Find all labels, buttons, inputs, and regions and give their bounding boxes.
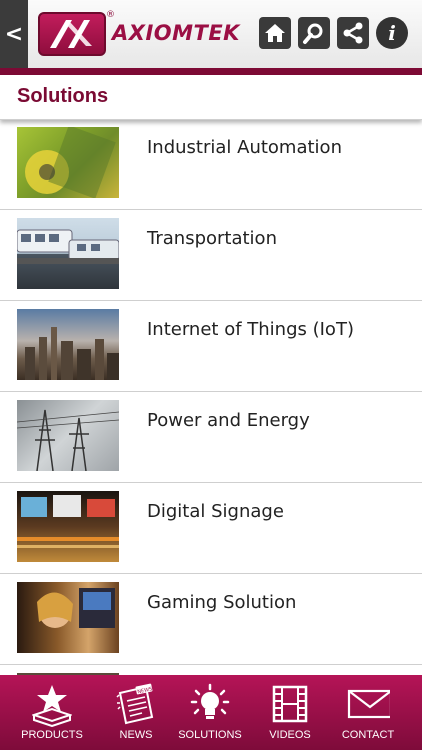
nav-products[interactable]: PRODUCTS <box>10 675 94 750</box>
solutions-list: Industrial Automation Transportation Int… <box>0 119 422 675</box>
title-bar: Solutions <box>0 75 422 120</box>
nav-contact[interactable]: CONTACT <box>326 675 410 750</box>
solution-label: Digital Signage <box>147 501 284 522</box>
solution-label: Power and Energy <box>147 410 310 431</box>
nav-label: VIDEOS <box>269 729 311 741</box>
logo-text: AXIOMTEK <box>112 21 240 45</box>
nav-label: CONTACT <box>341 729 395 741</box>
solution-label: Transportation <box>147 228 277 249</box>
info-button[interactable]: i <box>376 17 408 49</box>
news-icon: NEWS <box>116 683 154 725</box>
power-energy-thumbnail <box>17 400 119 471</box>
digital-signage-thumbnail <box>17 491 119 562</box>
products-star-icon <box>32 685 72 727</box>
solution-item-transportation[interactable]: Transportation <box>0 210 422 301</box>
solution-item-power-energy[interactable]: Power and Energy <box>0 392 422 483</box>
info-icon: i <box>388 21 396 45</box>
nav-label: NEWS <box>119 729 153 741</box>
home-button[interactable] <box>259 17 291 49</box>
transportation-thumbnail <box>17 218 119 289</box>
bottom-nav: PRODUCTS NEWS NEWS SOLUTIONS VIDEOS CONT… <box>0 675 422 750</box>
back-button[interactable]: < <box>0 0 28 68</box>
page-title: Solutions <box>17 85 109 107</box>
nav-videos[interactable]: VIDEOS <box>248 675 332 750</box>
share-icon <box>343 22 363 44</box>
header-divider <box>0 68 422 75</box>
solution-item-industrial-automation[interactable]: Industrial Automation <box>0 119 422 210</box>
nav-label: SOLUTIONS <box>178 729 242 741</box>
back-icon: < <box>4 21 24 47</box>
nav-label: PRODUCTS <box>21 729 83 741</box>
nav-solutions[interactable]: SOLUTIONS <box>168 675 252 750</box>
app-header: < ® AXIOMTEK i <box>0 0 422 68</box>
solution-item-gaming[interactable]: Gaming Solution <box>0 574 422 665</box>
industrial-automation-thumbnail <box>17 127 119 198</box>
search-button[interactable] <box>298 17 330 49</box>
solution-label: Internet of Things (IoT) <box>147 319 354 340</box>
nav-news[interactable]: NEWS NEWS <box>94 675 178 750</box>
search-icon <box>303 23 323 44</box>
film-icon <box>272 685 308 723</box>
iot-thumbnail <box>17 309 119 380</box>
solution-label: Gaming Solution <box>147 592 297 613</box>
envelope-icon <box>347 689 390 719</box>
gaming-thumbnail <box>17 582 119 653</box>
axiomtek-logo: ® AXIOMTEK <box>38 10 240 56</box>
lightbulb-icon <box>190 683 230 719</box>
home-icon <box>265 24 285 42</box>
solution-item-iot[interactable]: Internet of Things (IoT) <box>0 301 422 392</box>
share-button[interactable] <box>337 17 369 49</box>
solution-item-partial[interactable] <box>0 665 422 675</box>
solution-label: Industrial Automation <box>147 137 342 158</box>
logo-mark-icon <box>38 12 106 56</box>
solution-item-digital-signage[interactable]: Digital Signage <box>0 483 422 574</box>
